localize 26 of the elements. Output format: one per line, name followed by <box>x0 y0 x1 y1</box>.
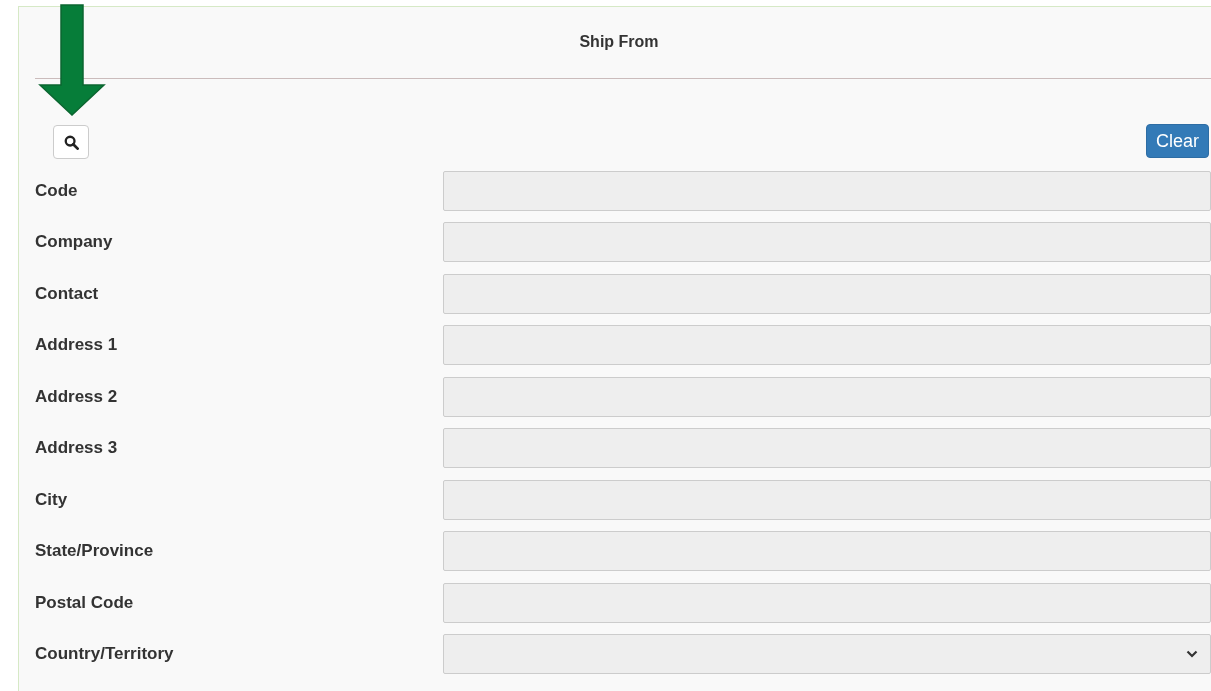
input-field[interactable] <box>443 582 1211 623</box>
input-field[interactable] <box>443 273 1211 314</box>
input-field[interactable] <box>443 428 1211 469</box>
field-label: Postal Code <box>35 592 135 613</box>
search-button[interactable] <box>53 125 89 159</box>
field-label: Address 3 <box>35 438 119 459</box>
field-label: Address 2 <box>35 386 119 407</box>
field-label: Company <box>35 232 114 253</box>
input-field[interactable] <box>443 222 1211 263</box>
input-field[interactable] <box>443 325 1211 366</box>
field-label: Contact <box>35 283 100 304</box>
field-label: State/Province <box>35 541 155 562</box>
field-label: Code <box>35 180 79 201</box>
field-label: City <box>35 489 69 510</box>
input-field[interactable] <box>443 531 1211 572</box>
field-label: Country/Territory <box>35 644 175 665</box>
arrow-icon <box>37 4 107 116</box>
dropdown-field[interactable] <box>443 634 1211 675</box>
search-icon <box>63 134 79 150</box>
chevron-down-icon <box>1186 650 1198 659</box>
clear-button[interactable]: Clear <box>1146 124 1209 158</box>
input-field[interactable] <box>443 170 1211 211</box>
input-field[interactable] <box>443 376 1211 417</box>
field-label: Address 1 <box>35 335 119 356</box>
panel-title: Ship From <box>579 32 659 51</box>
input-field[interactable] <box>443 479 1211 520</box>
